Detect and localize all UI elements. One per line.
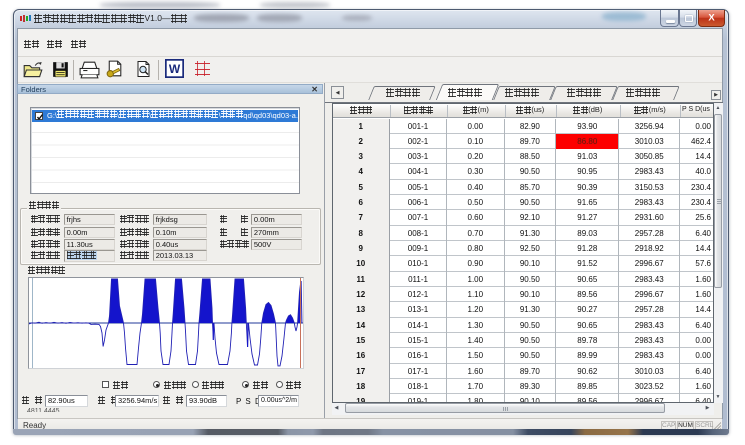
svg-text:W: W	[169, 62, 181, 76]
